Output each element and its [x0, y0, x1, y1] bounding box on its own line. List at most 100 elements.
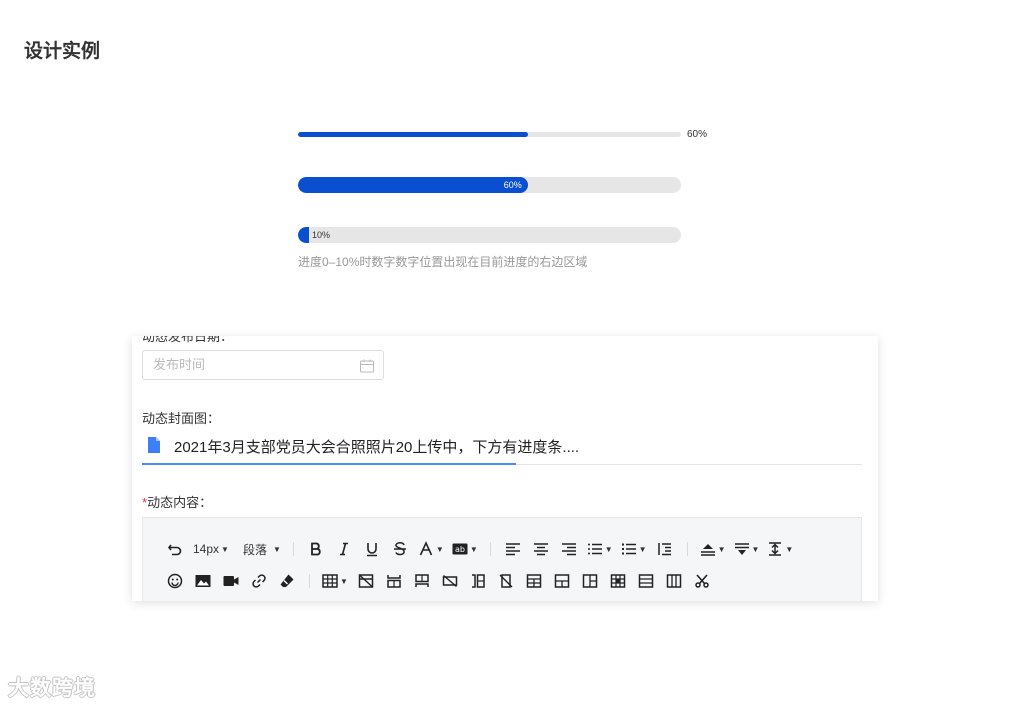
scissors-icon — [695, 574, 709, 588]
table-columns-button[interactable] — [664, 571, 684, 591]
caret-down-icon: ▼ — [604, 544, 613, 554]
upload-progress-track — [142, 463, 862, 465]
line-height-button[interactable]: ▼ — [700, 539, 726, 559]
delete-table-button[interactable] — [356, 571, 376, 591]
publish-date-input[interactable]: 发布时间 — [142, 350, 384, 380]
split-column-icon — [582, 574, 598, 588]
merge-cells-button[interactable] — [524, 571, 544, 591]
ordered-list-button[interactable]: ▼ — [587, 539, 613, 559]
italic-button[interactable] — [334, 539, 354, 559]
unordered-list-button[interactable]: ▼ — [621, 539, 647, 559]
table-button[interactable]: ▼ — [322, 571, 348, 591]
insert-column-left-button[interactable] — [468, 571, 488, 591]
progress-label: 10% — [312, 230, 331, 240]
delete-table-icon — [358, 574, 374, 588]
font-color-button[interactable]: ▼ — [418, 539, 444, 559]
cover-image-label: 动态封面图： — [142, 411, 221, 426]
table-icon — [322, 574, 338, 588]
split-column-button[interactable] — [580, 571, 600, 591]
strikethrough-icon — [393, 542, 406, 556]
video-icon — [223, 576, 239, 586]
split-row-button[interactable] — [552, 571, 572, 591]
delete-row-icon — [442, 574, 458, 588]
tools-button[interactable] — [692, 571, 712, 591]
image-button[interactable] — [193, 571, 213, 591]
video-button[interactable] — [221, 571, 241, 591]
cell-grid-button[interactable] — [608, 571, 628, 591]
caret-down-icon: ▼ — [221, 544, 229, 554]
insert-row-below-button[interactable] — [412, 571, 432, 591]
calendar-icon — [360, 359, 374, 373]
progress-bar-thin — [298, 132, 681, 137]
underline-button[interactable] — [362, 539, 382, 559]
paragraph-value: 段落 — [242, 542, 267, 557]
progress-bar-thick: 60% — [298, 177, 681, 193]
table-columns-icon — [666, 574, 682, 588]
insert-row-above-icon — [387, 575, 401, 588]
emoji-icon — [167, 573, 183, 589]
font-size-select[interactable]: 14px ▼ — [193, 539, 229, 559]
align-left-button[interactable] — [503, 539, 523, 559]
paragraph-select[interactable]: 段落 ▼ — [243, 539, 281, 559]
watermark-logo: 大数跨境 — [8, 677, 96, 700]
undo-icon — [167, 544, 182, 556]
emoji-button[interactable] — [165, 571, 185, 591]
align-right-icon — [561, 543, 576, 556]
delete-row-button[interactable] — [440, 571, 460, 591]
content-label: *动态内容： — [142, 492, 212, 511]
vertical-align-button[interactable]: ▼ — [734, 539, 759, 559]
indent-button[interactable] — [655, 539, 675, 559]
line-height-icon — [700, 544, 715, 556]
toolbar-row: 14px ▼ 段落 ▼ ▼ ab ▼ ▼ ▼ ▼ ▼ ▼ — [165, 539, 801, 559]
rich-text-toolbar: 14px ▼ 段落 ▼ ▼ ab ▼ ▼ ▼ ▼ ▼ ▼ ▼ — [142, 517, 862, 601]
caret-down-icon: ▼ — [638, 544, 647, 554]
italic-icon — [339, 542, 348, 556]
link-button[interactable] — [249, 571, 269, 591]
svg-text:ab: ab — [455, 545, 465, 554]
align-right-button[interactable] — [559, 539, 579, 559]
insert-column-left-icon — [471, 574, 485, 588]
font-color-icon — [419, 541, 433, 556]
progress-note: 进度0–10%时数字数字位置出现在目前进度的右边区域 — [298, 255, 588, 269]
insert-row-above-button[interactable] — [384, 571, 404, 591]
align-left-icon — [505, 543, 520, 556]
toolbar-divider — [686, 542, 688, 556]
toolbar-divider — [489, 542, 491, 556]
toolbar-row: ▼ — [165, 571, 720, 591]
undo-button[interactable] — [165, 539, 185, 559]
delete-column-button[interactable] — [496, 571, 516, 591]
bold-button[interactable] — [306, 539, 326, 559]
upload-file-item[interactable]: 2021年3月支部党员大会合照照片20上传中，下方有进度条.... — [142, 434, 862, 466]
unordered-list-icon — [621, 543, 636, 555]
image-icon — [195, 575, 211, 587]
progress-fill — [298, 227, 310, 243]
date-placeholder: 发布时间 — [153, 357, 206, 372]
underline-icon — [366, 543, 377, 557]
clear-format-button[interactable] — [277, 571, 297, 591]
font-size-value: 14px — [193, 542, 220, 556]
align-center-button[interactable] — [531, 539, 551, 559]
insert-row-below-icon — [415, 574, 429, 587]
toolbar-divider — [309, 574, 310, 588]
toolbar-divider — [292, 542, 294, 556]
merge-cells-icon — [526, 574, 542, 588]
caret-down-icon: ▼ — [340, 576, 348, 586]
spacing-button[interactable]: ▼ — [767, 539, 793, 559]
split-row-icon — [554, 574, 570, 588]
strikethrough-button[interactable] — [390, 539, 410, 559]
highlight-icon: ab — [452, 543, 468, 555]
page-title: 设计实例 — [24, 41, 101, 62]
progress-label: 60% — [503, 180, 522, 190]
publish-date-label: 动态发布日期： — [142, 336, 234, 344]
caret-down-icon: ▼ — [785, 544, 794, 554]
background-color-button[interactable]: ab ▼ — [452, 539, 478, 559]
caret-down-icon: ▼ — [717, 544, 726, 554]
progress-fill: 60% — [298, 177, 528, 193]
caret-down-icon: ▼ — [469, 544, 478, 554]
file-name: 2021年3月支部党员大会合照照片20上传中，下方有进度条.... — [174, 439, 580, 456]
caret-down-icon: ▼ — [272, 544, 281, 554]
content-label-text: 动态内容： — [147, 495, 213, 510]
indent-icon — [657, 543, 671, 556]
progress-label: 60% — [687, 129, 708, 140]
table-rows-button[interactable] — [636, 571, 656, 591]
